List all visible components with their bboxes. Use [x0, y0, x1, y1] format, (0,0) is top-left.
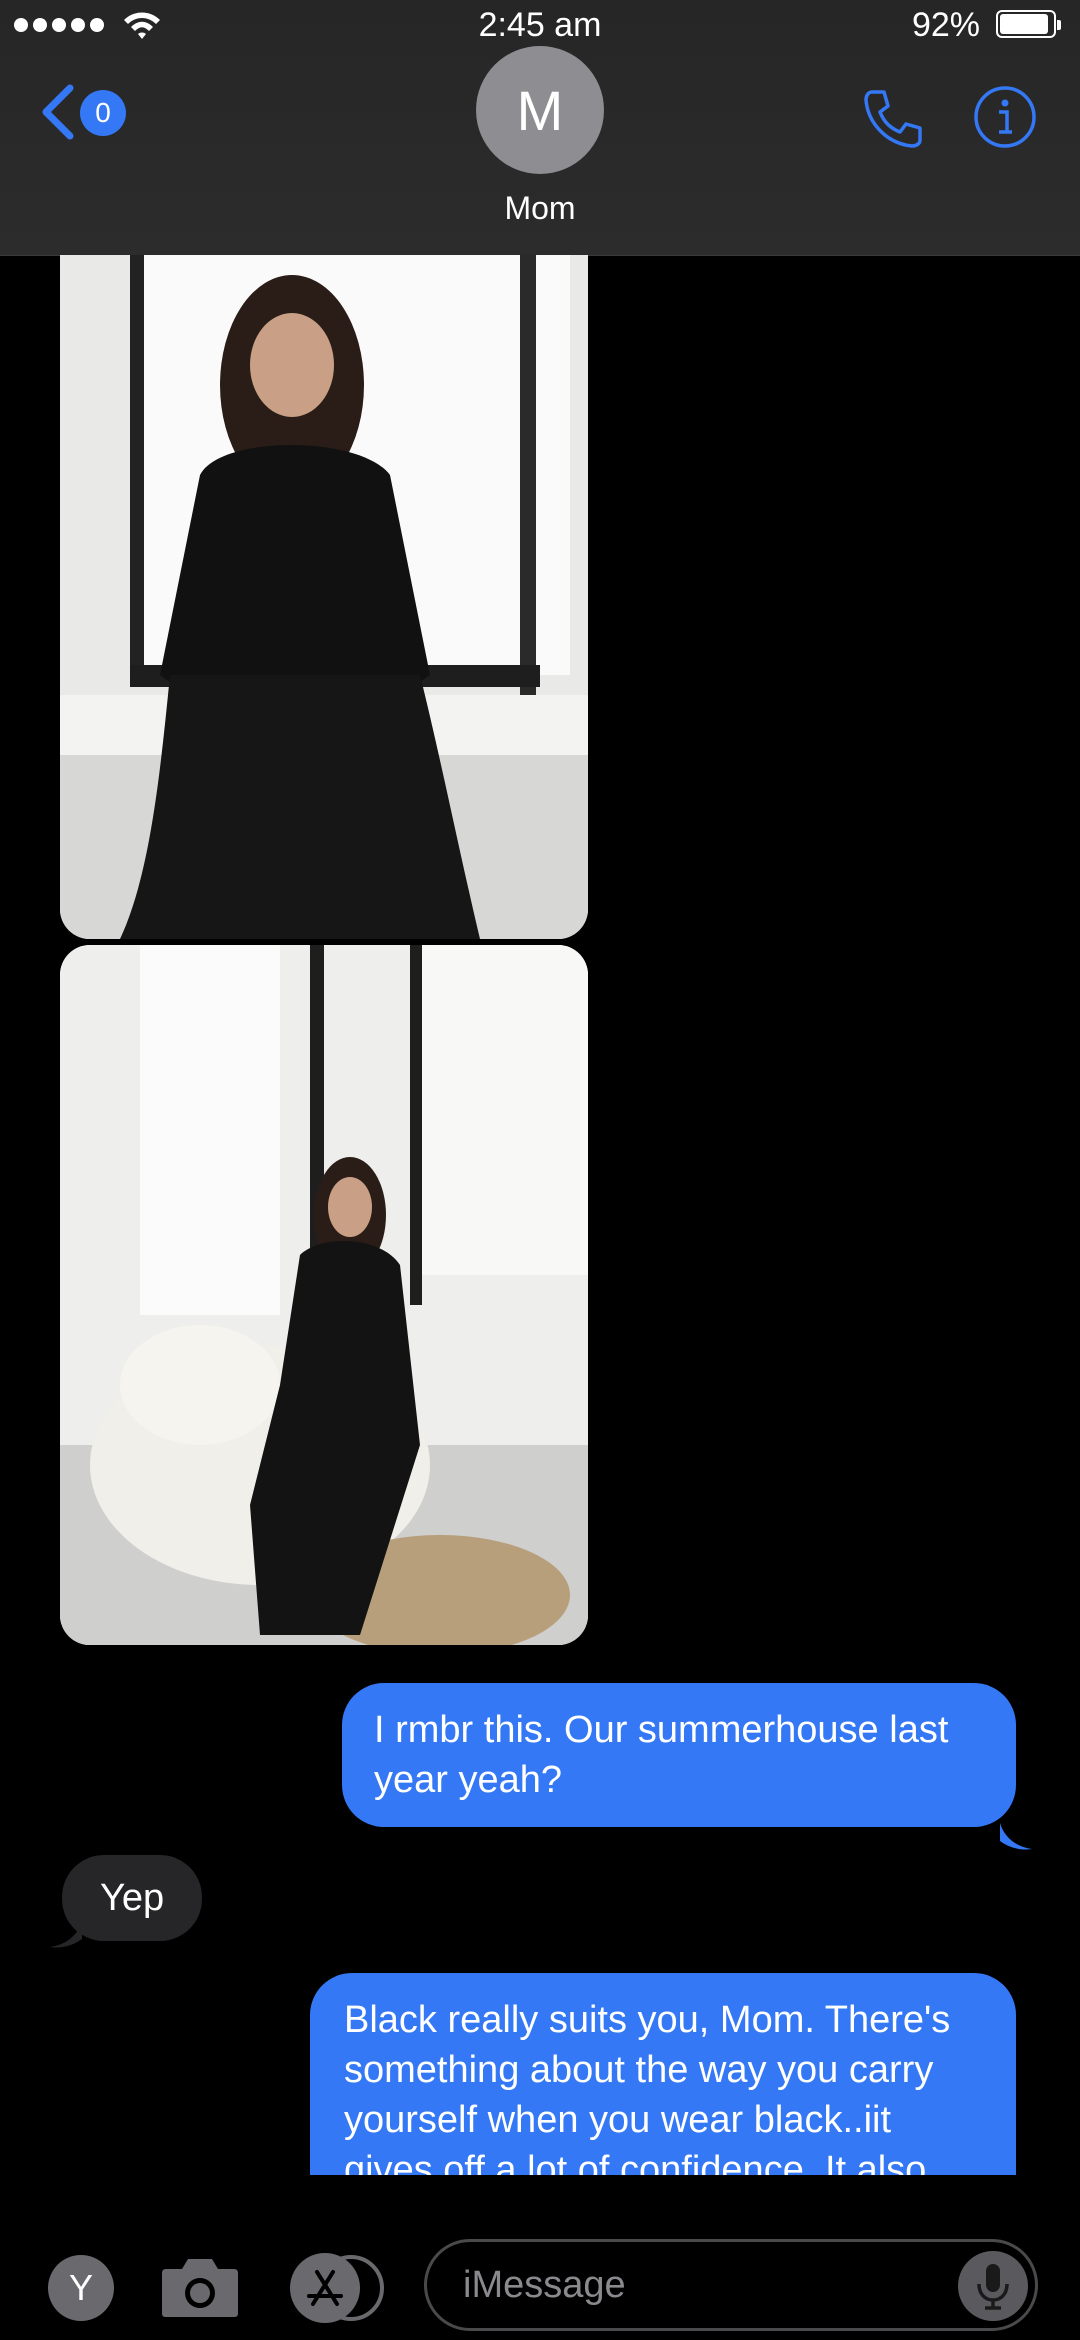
- info-icon: [974, 86, 1036, 148]
- message-input-placeholder: iMessage: [463, 2263, 626, 2306]
- battery-percent: 92%: [911, 6, 980, 44]
- incoming-message[interactable]: Yep: [62, 1855, 203, 1941]
- bubble-tail: [1000, 1823, 1032, 1850]
- photo-message[interactable]: [60, 255, 588, 939]
- contact-name[interactable]: Mom: [0, 190, 1080, 227]
- photo-image: [60, 255, 588, 939]
- back-button[interactable]: [38, 82, 78, 142]
- chevron-left-icon: [42, 84, 74, 140]
- battery-fill: [1000, 14, 1048, 34]
- battery-icon: [996, 10, 1061, 38]
- status-bar: 2:45 am 92%: [0, 0, 1080, 50]
- info-button[interactable]: [972, 84, 1038, 155]
- unread-badge[interactable]: 0: [80, 90, 126, 136]
- phone-icon: [864, 90, 922, 148]
- microphone-icon: [977, 2264, 1009, 2310]
- dictation-button[interactable]: [958, 2251, 1028, 2321]
- camera-icon: [162, 2259, 238, 2317]
- message-input[interactable]: iMessage: [424, 2239, 1038, 2331]
- photo-message[interactable]: [60, 945, 588, 1645]
- message-thread[interactable]: I rmbr this. Our summerhouse last year y…: [0, 255, 1080, 2175]
- bubble-tail: [50, 1921, 82, 1948]
- contact-avatar[interactable]: M: [476, 46, 604, 174]
- call-button[interactable]: [858, 84, 928, 159]
- outgoing-message[interactable]: Black really suits you, Mom. There's som…: [310, 1973, 1016, 2175]
- camera-button[interactable]: [160, 2251, 240, 2326]
- message-composer: Y iMessage: [0, 2175, 1080, 2340]
- app-store-button[interactable]: [290, 2253, 360, 2323]
- app-store-icon: [307, 2270, 343, 2306]
- photo-image: [60, 945, 588, 1645]
- app-drawer-button[interactable]: Y: [48, 2255, 114, 2321]
- outgoing-message[interactable]: I rmbr this. Our summerhouse last year y…: [342, 1683, 1016, 1827]
